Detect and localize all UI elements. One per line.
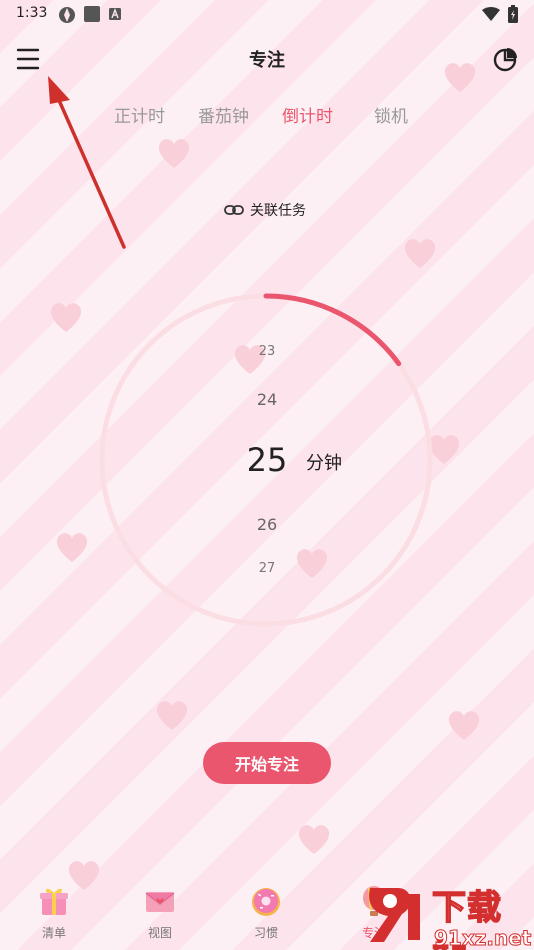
link-task-button[interactable]: 关联任务 [224, 200, 306, 220]
nav-item-habit[interactable]: 习惯 [226, 876, 306, 941]
gift-icon [40, 888, 68, 915]
status-bar: 1:33 [0, 0, 534, 28]
start-focus-button[interactable]: 开始专注 [203, 742, 331, 784]
heart-decoration [152, 694, 192, 734]
heart-decoration [400, 232, 440, 272]
nav-label-list: 清单 [41, 926, 66, 940]
heart-decoration [444, 704, 484, 744]
timer-unit-label: 分钟 [306, 453, 342, 474]
page-title: 专注 [249, 50, 285, 71]
nav-item-list[interactable]: 清单 [14, 876, 94, 941]
tab-pomodoro[interactable]: 番茄钟 [198, 102, 249, 127]
donut-icon [252, 888, 280, 916]
picker-value-23[interactable]: 23 [0, 344, 534, 359]
app-screen: 1:33 专注 正计时 番茄钟 倒计时 锁机 关联任务 23 24 25 26 … [0, 0, 534, 950]
heart-decoration [154, 132, 194, 172]
status-time: 1:33 [16, 5, 48, 21]
pie-chart-icon [493, 48, 517, 72]
nav-item-view[interactable]: 视图 [120, 876, 200, 941]
notification-square-icon [84, 6, 100, 22]
picker-value-27[interactable]: 27 [0, 561, 534, 576]
picker-value-24[interactable]: 24 [0, 390, 534, 409]
link-icon [224, 205, 244, 215]
tab-count-up[interactable]: 正计时 [114, 102, 165, 127]
wifi-icon [482, 7, 500, 21]
tab-countdown[interactable]: 倒计时 [282, 102, 333, 127]
link-task-label: 关联任务 [250, 203, 306, 219]
tab-lock[interactable]: 锁机 [374, 102, 408, 127]
app-a-icon [109, 8, 121, 20]
sync-icon [59, 7, 75, 23]
picker-value-selected[interactable]: 25 [0, 441, 534, 479]
statistics-button[interactable] [490, 44, 520, 74]
nav-label-view: 视图 [147, 926, 172, 940]
watermark-url: 91xz.net [433, 926, 532, 950]
site-watermark: 下载站 91xz.net [362, 878, 534, 950]
picker-value-26[interactable]: 26 [0, 515, 534, 534]
nav-label-habit: 习惯 [253, 926, 278, 940]
heart-decoration [294, 818, 334, 858]
watermark-logo-icon [369, 888, 420, 942]
heart-decoration [46, 296, 86, 336]
envelope-icon [145, 892, 175, 912]
battery-icon [508, 5, 518, 23]
